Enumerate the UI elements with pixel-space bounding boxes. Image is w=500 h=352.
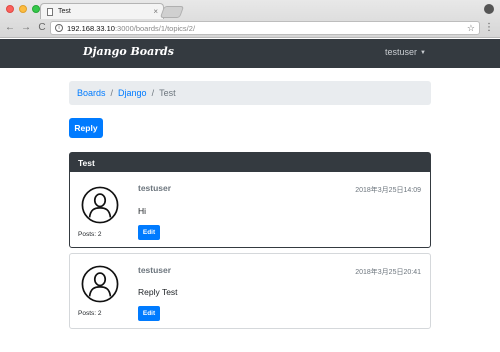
info-icon[interactable]: i (55, 24, 63, 32)
minimize-window-icon[interactable] (19, 5, 27, 13)
post-date: 2018年3月25日20:41 (355, 269, 421, 276)
address-bar[interactable]: i 192.168.33.10 :3000/boards/1/topics/2/… (50, 21, 480, 35)
post-card: Test Posts: 2 testuser 2018年3月25日14:09 H… (69, 152, 431, 248)
tab-close-icon[interactable]: × (153, 7, 158, 16)
browser-tab[interactable]: Test × (40, 3, 164, 19)
post-date: 2018年3月25日14:09 (355, 187, 421, 194)
edit-button[interactable]: Edit (138, 306, 160, 321)
new-tab-button[interactable] (159, 6, 185, 18)
post-author: testuser (138, 265, 172, 275)
browser-chrome: Test × ← → C i 192.168.33.10 :3000/board… (0, 0, 500, 38)
post-count: Posts: 2 (78, 231, 102, 238)
edit-button[interactable]: Edit (138, 225, 160, 240)
bookmark-star-icon[interactable]: ☆ (467, 23, 475, 34)
avatar-icon (81, 186, 119, 224)
tab-title: Test (58, 8, 71, 15)
post-count: Posts: 2 (78, 310, 102, 317)
breadcrumb: Boards / Django / Test (69, 81, 431, 105)
caret-down-icon: ▼ (420, 50, 426, 56)
close-window-icon[interactable] (6, 5, 14, 13)
breadcrumb-current: Test (159, 88, 176, 98)
breadcrumb-separator: / (151, 88, 155, 98)
post-message: Reply Test (138, 287, 178, 297)
avatar-icon (81, 265, 119, 303)
post-card: Posts: 2 testuser 2018年3月25日20:41 Reply … (69, 253, 431, 329)
topic-header: Test (70, 153, 430, 172)
browser-menu-icon[interactable]: ⋮ (484, 22, 494, 33)
back-icon[interactable]: ← (5, 22, 15, 34)
reply-button[interactable]: Reply (69, 118, 103, 138)
maximize-window-icon[interactable] (32, 5, 40, 13)
browser-nav: ← → C (5, 22, 47, 34)
user-dropdown[interactable]: testuser ▼ (385, 47, 426, 57)
brand-logo[interactable]: Django Boards (83, 45, 174, 58)
reload-icon[interactable]: C (37, 22, 47, 34)
post-author: testuser (138, 183, 172, 193)
window-controls (6, 5, 40, 13)
user-name: testuser (385, 47, 418, 57)
breadcrumb-django[interactable]: Django (118, 88, 147, 98)
url-host: 192.168.33.10 (67, 23, 115, 33)
breadcrumb-boards[interactable]: Boards (77, 88, 106, 98)
post-message: Hi (138, 206, 147, 216)
document-icon (47, 7, 53, 16)
profile-icon[interactable] (484, 4, 494, 14)
forward-icon[interactable]: → (21, 22, 31, 34)
url-path: :3000/boards/1/topics/2/ (114, 23, 196, 33)
breadcrumb-separator: / (110, 88, 114, 98)
site-navbar: Django Boards testuser ▼ (0, 39, 500, 68)
